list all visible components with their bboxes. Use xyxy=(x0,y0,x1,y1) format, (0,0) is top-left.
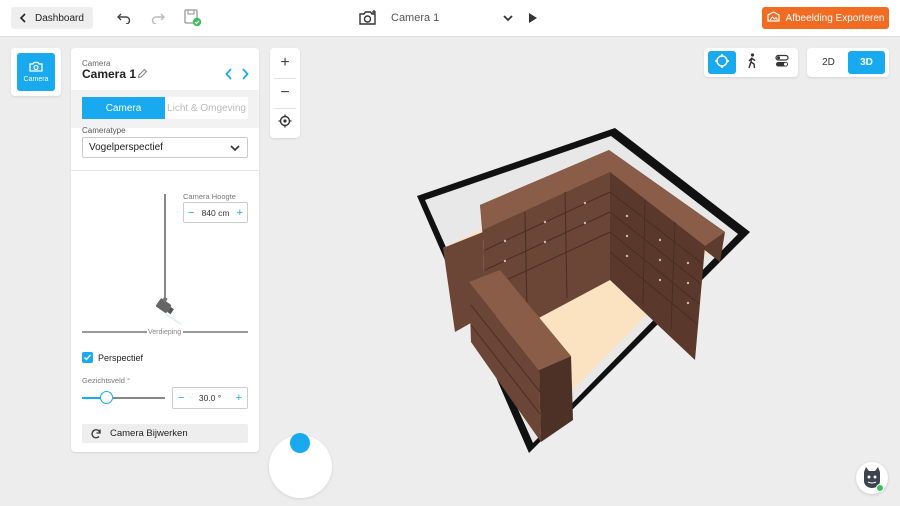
chevron-down-icon[interactable] xyxy=(501,11,515,25)
checkmark-icon[interactable] xyxy=(82,352,93,363)
orbit-mode-button[interactable] xyxy=(708,51,736,74)
camera-title[interactable]: Camera 1 xyxy=(391,12,439,24)
camera-type-value: Vogelperspectief xyxy=(89,142,163,153)
floor-line xyxy=(82,331,147,333)
chevron-left-icon xyxy=(11,13,35,23)
export-image-button[interactable]: Afbeelding Exporteren xyxy=(762,7,889,29)
top-bar: Dashboard Camera 1 Afbeelding Exporteren xyxy=(0,0,900,37)
camera-add-icon[interactable] xyxy=(358,9,378,27)
chevron-down-icon xyxy=(229,142,241,154)
divider xyxy=(71,170,259,171)
walk-mode-button[interactable] xyxy=(738,51,766,74)
floor-line xyxy=(183,331,248,333)
orbit-icon xyxy=(714,53,730,72)
camera-height-value[interactable]: 840 cm xyxy=(202,208,230,218)
chevron-right-icon[interactable] xyxy=(240,67,250,81)
camera-height-handle-icon[interactable] xyxy=(153,296,189,330)
dashboard-button[interactable]: Dashboard xyxy=(11,7,93,29)
view-mode-switcher xyxy=(704,48,798,77)
crosshair-icon xyxy=(278,114,292,133)
toggle-settings-button[interactable] xyxy=(768,51,796,74)
view-3d-button[interactable]: 3D xyxy=(848,51,885,74)
minus-icon[interactable]: − xyxy=(178,392,184,404)
fov-stepper[interactable]: − 30.0 ° + xyxy=(172,387,248,409)
3d-room-scene[interactable] xyxy=(405,120,765,465)
camera-tool-button[interactable]: Camera xyxy=(17,53,55,91)
minus-icon[interactable]: − xyxy=(188,207,194,219)
play-icon[interactable] xyxy=(527,11,539,25)
refresh-icon xyxy=(82,428,110,440)
plus-icon[interactable]: + xyxy=(237,207,243,219)
camera-tile-label: Camera xyxy=(23,76,49,83)
camera-height-track[interactable] xyxy=(164,194,166,309)
dimension-switcher: 2D 3D xyxy=(807,48,889,77)
tab-camera[interactable]: Camera xyxy=(82,97,165,119)
joystick-knob[interactable] xyxy=(290,433,310,453)
fov-label: Gezichtsveld ° xyxy=(82,376,131,385)
camera-tool-tile[interactable]: Camera xyxy=(11,48,61,96)
pencil-icon[interactable] xyxy=(137,68,148,79)
chevron-left-icon[interactable] xyxy=(224,67,234,81)
zoom-in-button[interactable]: + xyxy=(270,48,300,78)
redo-icon[interactable] xyxy=(150,10,166,26)
fov-slider-thumb[interactable] xyxy=(100,391,114,404)
camera-height-stepper[interactable]: − 840 cm + xyxy=(183,202,248,223)
save-icon[interactable] xyxy=(184,9,202,27)
zoom-out-button[interactable]: − xyxy=(270,78,300,108)
zoom-controls: + − xyxy=(270,48,300,138)
image-export-icon xyxy=(766,11,780,25)
walk-icon xyxy=(746,53,758,72)
view-2d-button[interactable]: 2D xyxy=(810,51,847,74)
recenter-button[interactable] xyxy=(270,108,300,138)
camera-type-label: Cameratype xyxy=(82,126,126,135)
camera-height-label: Camera Hoogte xyxy=(183,192,236,201)
panel-tabs: Camera Licht & Omgeving xyxy=(71,90,259,128)
undo-icon[interactable] xyxy=(116,10,132,26)
camera-name: Camera 1 xyxy=(82,67,137,81)
update-camera-label: Camera Bijwerken xyxy=(110,428,188,439)
plus-icon[interactable]: + xyxy=(236,392,242,404)
fov-value[interactable]: 30.0 ° xyxy=(199,393,221,403)
perspective-checkbox[interactable]: Perspectief xyxy=(82,352,143,363)
update-camera-button[interactable]: Camera Bijwerken xyxy=(82,424,248,443)
dashboard-label: Dashboard xyxy=(35,12,84,24)
camera-panel: Camera Camera 1 Camera Licht & Omgeving … xyxy=(71,48,259,452)
toggles-icon xyxy=(775,54,789,71)
camera-type-select[interactable]: Vogelperspectief xyxy=(82,137,248,158)
floor-label: Verdieping xyxy=(148,329,182,336)
camera-icon xyxy=(29,61,43,74)
cat-avatar-icon xyxy=(856,467,888,497)
tab-light-environment[interactable]: Licht & Omgeving xyxy=(165,97,248,119)
assistant-avatar[interactable] xyxy=(856,462,888,494)
perspective-label: Perspectief xyxy=(98,352,144,363)
export-label: Afbeelding Exporteren xyxy=(785,12,885,24)
